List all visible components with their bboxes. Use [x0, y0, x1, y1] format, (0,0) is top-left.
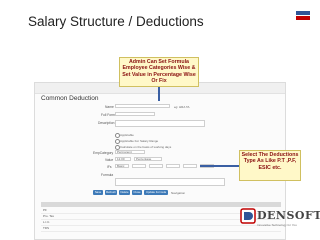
applicable-text: Applicable [120, 133, 134, 137]
section-title: Common Deduction [41, 95, 99, 102]
name-input[interactable] [115, 104, 170, 108]
deduction-type-callout: Select The Deductions Type As Like P.T ,… [239, 150, 301, 181]
ifs-operator-select[interactable] [132, 164, 146, 168]
densoft-logo: DENSOFT Innovative Technology for You [240, 206, 320, 236]
ifs-label: IFs [107, 165, 112, 169]
salary-range-text: Applicable For Salary Range [120, 139, 159, 143]
flag-red-bar [296, 16, 310, 20]
description-label: Description [98, 121, 115, 125]
flag-blue-bar [296, 11, 310, 15]
formula-callout: Admin Can Set Formula Employee Categorie… [119, 57, 199, 87]
navigation-label: Navigation [171, 191, 186, 195]
value-input[interactable]: 12.00 [115, 157, 131, 161]
callout-arrow [158, 87, 160, 101]
full-form-input[interactable] [115, 112, 155, 116]
value-type-select[interactable]: Percentage [134, 157, 162, 161]
logo-tagline: Innovative Technology for You [257, 223, 297, 227]
name-hint: eg: HRA TA [174, 105, 190, 109]
working-days-text: Calculate on the basis of working days [120, 145, 172, 149]
ifs-select[interactable]: Basic [115, 164, 129, 168]
formula-input[interactable] [115, 178, 225, 186]
full-form-label: Full Form [101, 113, 115, 117]
emp-category-select[interactable]: Permanent [115, 150, 145, 154]
value-label: Value [105, 158, 114, 162]
refresh-button[interactable]: Refresh [105, 190, 117, 195]
name-label: Name [105, 105, 114, 109]
ifs-operand-select[interactable] [149, 164, 163, 168]
update-formula-button[interactable]: Update Formula [144, 190, 168, 195]
callout-arrow-right [200, 165, 239, 167]
save-button[interactable]: Save [93, 190, 103, 195]
logo-mark-icon [240, 208, 256, 224]
close-button[interactable]: Close [132, 190, 142, 195]
ifs-extra-select[interactable] [166, 164, 180, 168]
grid-cell: TDS [43, 226, 49, 230]
emp-category-label: EmpCategory [93, 151, 114, 155]
grid-cell: L.I.C. [43, 220, 51, 224]
ifs-extra2-select[interactable] [183, 164, 197, 168]
formula-label: Formula [101, 173, 114, 177]
slide-title: Salary Structure / Deductions [28, 14, 204, 29]
delete-button[interactable]: Delete [119, 190, 130, 195]
description-input[interactable] [115, 120, 205, 127]
logo-brand: DENSOFT [257, 209, 320, 222]
grid-cell: Pro. Tax [43, 214, 54, 218]
grid-cell: PF [43, 208, 47, 212]
